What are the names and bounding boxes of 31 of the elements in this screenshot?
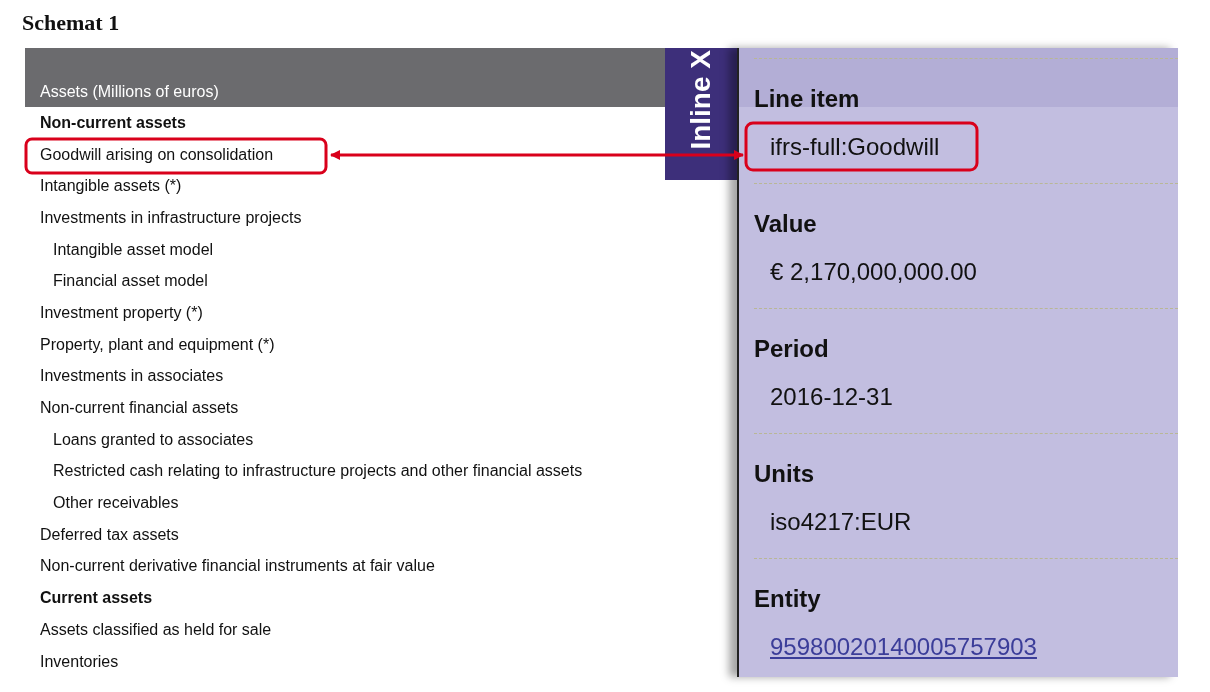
field-label: Period (754, 335, 829, 362)
row-label: Investments in infrastructure projects (40, 208, 302, 227)
field-label: Entity (754, 585, 821, 612)
row-label: Property, plant and equipment (*) (40, 335, 275, 354)
field-value: 2016-12-31 (770, 383, 893, 410)
field-value: ifrs-full:Goodwill (770, 133, 940, 160)
field-value: iso4217:EUR (770, 508, 912, 535)
entity-link[interactable]: 95980020140005757903 (770, 633, 1037, 660)
row-label: Investments in associates (40, 367, 224, 386)
row-label: Intangible assets (*) (40, 177, 182, 196)
field-value: € 2,170,000,000.00 (770, 258, 977, 285)
row-label: Investment property (*) (40, 303, 203, 322)
field-label: Units (754, 460, 814, 487)
row-label: Assets classified as held for sale (40, 620, 272, 639)
row-label: Non-current derivative financial instruments at fair value (40, 557, 435, 576)
figure-title: Schemat 1 (21, 9, 121, 37)
column-header: Assets (Millions of euros) (40, 83, 219, 101)
row-label: Goodwill arising on consolidation (40, 145, 274, 164)
row-label: Other receivables (53, 494, 179, 513)
row-label: Deferred tax assets (40, 525, 179, 544)
field-label: Value (754, 210, 817, 237)
row-label: Loans granted to associates (53, 430, 254, 449)
field-label: Line item (754, 85, 860, 112)
row-label: Intangible asset model (53, 240, 214, 259)
row-label: Restricted cash relating to infrastructure projects and other financial assets (53, 462, 583, 481)
side-tab[interactable]: Inline X (665, 48, 737, 180)
row-label: Financial asset model (53, 272, 208, 291)
row-label: Non-current assets (40, 113, 186, 132)
row-label: Current assets (40, 589, 153, 608)
row-label: Inventories (40, 652, 119, 671)
row-label: Non-current financial assets (40, 399, 239, 418)
